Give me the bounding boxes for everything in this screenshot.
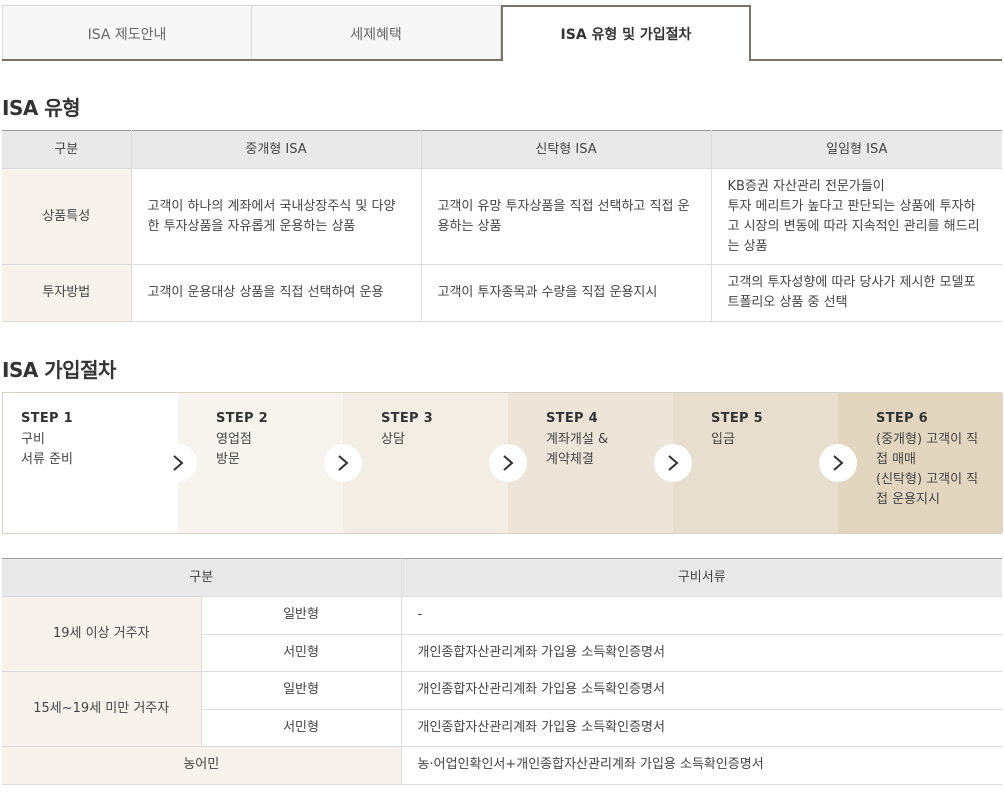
tab-tax-benefits[interactable]: 세제혜택	[251, 5, 501, 61]
step-text: (중개형) 고객이 직 접 매매 (신탁형) 고객이 직 접 운용지시	[876, 432, 979, 507]
table-cell: KB증권 자산관리 전문가들이 투자 메리트가 높다고 판단되는 상품에 투자하…	[710, 168, 1002, 265]
table-cell: 고객이 유망 투자상품을 직접 선택하고 직접 운용하는 상품	[420, 168, 712, 265]
step-text: 구비 서류 준비	[21, 432, 73, 467]
table-row: 15세~19세 미만 거주자 일반형 개인종합자산관리계좌 가입용 소득확인증명…	[2, 671, 1003, 747]
header-brokerage-isa: 중개형 ISA	[130, 130, 422, 169]
tab-isa-overview[interactable]: ISA 제도안내	[2, 5, 252, 61]
group-adult-resident: 19세 이상 거주자	[2, 596, 202, 672]
chevron-right-icon	[159, 444, 197, 482]
step-label: STEP 5	[711, 411, 764, 426]
table-header-row: 구분 중개형 ISA 신탁형 ISA 일임형 ISA	[2, 130, 1002, 169]
chevron-right-icon	[324, 444, 362, 482]
step-text: 입금	[711, 432, 735, 447]
table-cell: 고객의 투자성향에 따라 당사가 제시한 모델포트폴리오 상품 중 선택	[710, 264, 1002, 322]
chevron-right-icon	[489, 444, 527, 482]
tab-isa-types-procedure[interactable]: ISA 유형 및 가입절차	[501, 5, 751, 63]
chevron-right-icon	[654, 444, 692, 482]
header-category: 구분	[2, 558, 402, 597]
step-label: STEP 3	[381, 411, 434, 426]
step-4: STEP 4 계좌개설 & 계약체결	[508, 393, 692, 533]
table-row: 19세 이상 거주자 일반형 -	[2, 596, 1003, 672]
step-label: STEP 1	[21, 411, 74, 426]
process-steps: STEP 1 구비 서류 준비 STEP 2 영업점 방문 STEP 3 상담 …	[2, 392, 1003, 534]
group-minor-resident: 15세~19세 미만 거주자	[2, 671, 202, 747]
tab-bar: ISA 제도안내 세제혜택 ISA 유형 및 가입절차	[2, 5, 1002, 63]
isa-types-table: 구분 중개형 ISA 신탁형 ISA 일임형 ISA 상품특성 고객이 하나의 …	[2, 130, 1002, 322]
step-label: STEP 2	[216, 411, 269, 426]
type-low-income: 서민형	[201, 633, 402, 672]
step-1: STEP 1 구비 서류 준비	[3, 393, 197, 533]
step-label: STEP 4	[546, 411, 599, 426]
chevron-right-icon	[819, 444, 857, 482]
header-trust-isa: 신탁형 ISA	[420, 130, 712, 169]
header-category: 구분	[2, 130, 132, 169]
required-documents-table: 구분 구비서류 19세 이상 거주자 일반형 - 서민형 개인종합자산관리계좌 …	[2, 558, 1003, 785]
row-label-investment-method: 투자방법	[2, 264, 132, 322]
section-title-isa-types: ISA 유형	[2, 96, 81, 120]
step-text: 상담	[381, 432, 405, 447]
header-required-documents: 구비서류	[400, 558, 1003, 597]
row-label-product-features: 상품특성	[2, 168, 132, 265]
table-row: 투자방법 고객이 운용대상 상품을 직접 선택하여 운용 고객이 투자종목과 수…	[2, 264, 1002, 322]
header-discretionary-isa: 일임형 ISA	[710, 130, 1002, 169]
document-cell: -	[400, 596, 1003, 635]
section-title-isa-procedure: ISA 가입절차	[2, 358, 116, 382]
step-3: STEP 3 상담	[343, 393, 527, 533]
table-cell: 고객이 하나의 계좌에서 국내상장주식 및 다양한 투자상품을 자유롭게 운용하…	[130, 168, 422, 265]
step-2: STEP 2 영업점 방문	[178, 393, 362, 533]
document-cell: 개인종합자산관리계좌 가입용 소득확인증명서	[400, 671, 1003, 710]
step-6: STEP 6 (중개형) 고객이 직 접 매매 (신탁형) 고객이 직 접 운용…	[838, 393, 1003, 533]
document-cell: 개인종합자산관리계좌 가입용 소득확인증명서	[400, 708, 1003, 747]
table-row: 농어민 농·어업인확인서+개인종합자산관리계좌 가입용 소득확인증명서	[2, 746, 1003, 785]
document-cell: 농·어업인확인서+개인종합자산관리계좌 가입용 소득확인증명서	[400, 746, 1003, 785]
table-row: 상품특성 고객이 하나의 계좌에서 국내상장주식 및 다양한 투자상품을 자유롭…	[2, 168, 1002, 265]
document-cell: 개인종합자산관리계좌 가입용 소득확인증명서	[400, 633, 1003, 672]
type-low-income: 서민형	[201, 708, 402, 747]
table-header-row: 구분 구비서류	[2, 558, 1003, 597]
step-label: STEP 6	[876, 411, 929, 426]
step-5: STEP 5 입금	[673, 393, 857, 533]
group-farmers-fishers: 농어민	[2, 746, 402, 785]
table-cell: 고객이 투자종목과 수량을 직접 운용지시	[420, 264, 712, 322]
type-general: 일반형	[200, 596, 402, 635]
table-cell: 고객이 운용대상 상품을 직접 선택하여 운용	[130, 264, 422, 322]
type-general: 일반형	[200, 671, 402, 710]
